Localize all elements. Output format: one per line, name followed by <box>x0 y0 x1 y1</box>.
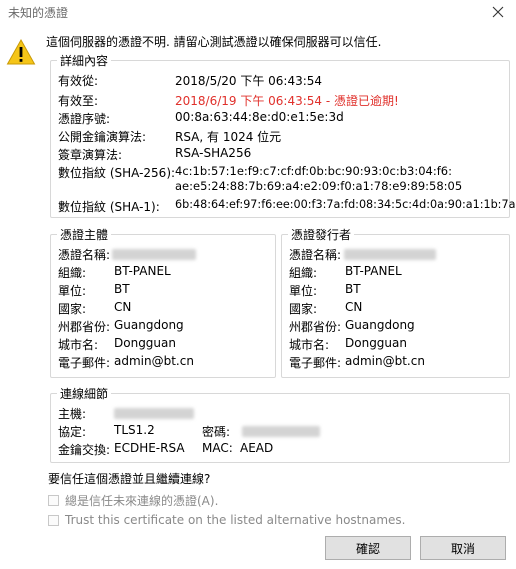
issuer-label-city: 城市名: <box>289 338 330 352</box>
cancel-button[interactable]: 取消 <box>420 536 506 560</box>
subject-value-country: CN <box>114 300 132 314</box>
subject-value-email: admin@bt.cn <box>114 354 194 368</box>
connection-legend: 連線細節 <box>60 387 109 401</box>
subject-value-city: Dongguan <box>114 336 176 350</box>
detail-row-valid-to: 有效至: <box>58 92 98 109</box>
title-bar: 未知的憑證 <box>0 0 516 24</box>
connection-host-label: 主機: <box>58 407 87 421</box>
detail-label: 公開金鑰演算法: <box>58 130 147 144</box>
subject-label-city: 城市名: <box>58 338 99 352</box>
detail-value-sha256-line2: ae:e5:24:88:7b:69:a4:e2:09:f0:a1:78:e9:8… <box>175 179 463 193</box>
detail-row-valid-from: 有效從: <box>58 72 98 89</box>
detail-row-serial: 憑證序號: <box>58 110 110 127</box>
subject-label-state: 州郡省份: <box>58 320 111 334</box>
details-legend: 詳細內容 <box>60 54 109 68</box>
detail-label: 數位指紋 (SHA-1): <box>58 200 160 214</box>
detail-label: 簽章演算法: <box>58 148 123 162</box>
alt-hostnames-option[interactable]: Trust this certificate on the listed alt… <box>48 513 405 527</box>
subject-label-unit: 單位: <box>58 284 87 298</box>
issuer-label-country: 國家: <box>289 302 318 316</box>
alt-hostnames-checkbox[interactable] <box>48 514 59 526</box>
always-trust-option[interactable]: 總是信任未來連線的憑證(A). <box>48 492 218 509</box>
detail-value-sha1: 6b:48:64:ef:97:f6:ee:00:f3:7a:fd:08:34:5… <box>175 198 516 211</box>
warning-icon <box>6 38 36 65</box>
issuer-label-unit: 單位: <box>289 284 318 298</box>
detail-label: 憑證序號: <box>58 112 111 126</box>
issuer-label-name: 憑證名稱: <box>289 248 342 262</box>
detail-value-pubkey: RSA, 有 1024 位元 <box>175 130 282 144</box>
subject-label-email: 電子郵件: <box>58 356 111 370</box>
issuer-value-email: admin@bt.cn <box>345 354 425 368</box>
detail-value-valid-to: 2018/6/19 下午 06:43:54 - 憑證已逾期! <box>175 94 399 108</box>
subject-value-org: BT-PANEL <box>114 264 171 278</box>
detail-value-sha256: 4c:1b:57:1e:f9:c7:cf:df:0b:bc:90:93:0c:b… <box>175 164 452 178</box>
subject-label-country: 國家: <box>58 302 87 316</box>
detail-label: 有效至: <box>58 94 99 108</box>
issuer-legend: 憑證發行者 <box>291 228 352 242</box>
connection-kex-label: 金鑰交換: <box>58 443 111 457</box>
always-trust-label: 總是信任未來連線的憑證(A). <box>65 494 219 508</box>
trust-question: 要信任這個憑證並且繼續連線? <box>48 472 211 486</box>
header-message: 這個伺服器的憑證不明. 請留心測試憑證以確保伺服器可以信任. <box>46 35 382 49</box>
subject-legend: 憑證主體 <box>60 228 109 242</box>
issuer-value-unit: BT <box>345 282 361 296</box>
connection-cipher-label: 密碼: <box>202 425 231 439</box>
connection-protocol-label: 協定: <box>58 425 87 439</box>
subject-value-name-redacted <box>112 249 196 260</box>
issuer-value-country: CN <box>345 300 363 314</box>
detail-row-pubkey: 公開金鑰演算法: <box>58 128 146 145</box>
detail-value-serial: 00:8a:63:44:8e:d0:e1:5e:3d <box>175 110 344 124</box>
close-icon <box>492 6 504 18</box>
detail-value-valid-from: 2018/5/20 下午 06:43:54 <box>175 74 323 88</box>
connection-kex-value: ECDHE-RSA <box>114 441 185 455</box>
close-button[interactable] <box>484 0 512 24</box>
connection-cipher-redacted <box>242 426 320 437</box>
detail-label: 數位指紋 (SHA-256): <box>58 166 176 180</box>
detail-row-sigalg: 簽章演算法: <box>58 146 122 163</box>
issuer-value-name-redacted <box>344 249 436 260</box>
detail-value-sigalg: RSA-SHA256 <box>175 146 252 160</box>
alt-hostnames-label: Trust this certificate on the listed alt… <box>65 513 406 527</box>
issuer-label-email: 電子郵件: <box>289 356 342 370</box>
issuer-value-org: BT-PANEL <box>345 264 402 278</box>
detail-label: 有效從: <box>58 74 99 88</box>
connection-host-redacted <box>114 408 194 419</box>
connection-mac-label: MAC: <box>202 441 233 455</box>
issuer-label-org: 組織: <box>289 266 318 280</box>
issuer-value-city: Dongguan <box>345 336 407 350</box>
subject-label-name: 憑證名稱: <box>58 248 111 262</box>
subject-value-unit: BT <box>114 282 130 296</box>
connection-protocol-value: TLS1.2 <box>114 423 155 437</box>
detail-row-sha1: 數位指紋 (SHA-1): <box>58 198 160 215</box>
window-title: 未知的憑證 <box>8 6 69 20</box>
issuer-value-state: Guangdong <box>345 318 415 332</box>
subject-value-state: Guangdong <box>114 318 184 332</box>
ok-button[interactable]: 確認 <box>325 536 411 560</box>
connection-mac-value: AEAD <box>240 441 274 455</box>
always-trust-checkbox[interactable] <box>48 495 59 506</box>
subject-label-org: 組織: <box>58 266 87 280</box>
detail-row-sha256: 數位指紋 (SHA-256): <box>58 164 175 181</box>
issuer-label-state: 州郡省份: <box>289 320 342 334</box>
